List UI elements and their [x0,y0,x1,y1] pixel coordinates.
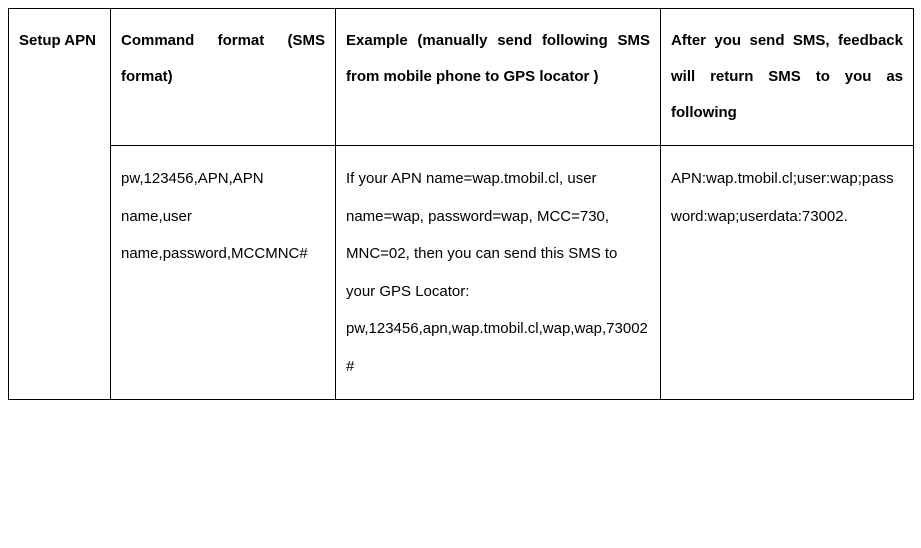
header-example: Example (manually send following SMS fro… [336,9,661,146]
header-setup-apn-text: Setup APN [19,32,96,49]
cell-example: If your APN name=wap.tmobil.cl, user nam… [336,146,661,400]
header-example-text: Example (manually send following SMS fro… [346,32,650,85]
header-command-format: Command format (SMS format) [111,9,336,146]
header-feedback-text: After you send SMS, feedback will return… [671,32,903,121]
cell-feedback: APN:wap.tmobil.cl;user:wap;password:wap;… [661,146,914,400]
cell-feedback-text: APN:wap.tmobil.cl;user:wap;password:wap;… [671,170,894,225]
header-setup-apn: Setup APN [9,9,111,400]
cell-command-format-text: pw,123456,APN,APN name,user name,passwor… [121,170,308,262]
cell-example-text: If your APN name=wap.tmobil.cl, user nam… [346,170,648,375]
header-feedback: After you send SMS, feedback will return… [661,9,914,146]
header-command-format-text: Command format (SMS format) [121,32,325,85]
table-data-row: pw,123456,APN,APN name,user name,passwor… [9,146,914,400]
cell-command-format: pw,123456,APN,APN name,user name,passwor… [111,146,336,400]
apn-setup-table: Setup APN Command format (SMS format) Ex… [8,8,914,400]
table-header-row: Setup APN Command format (SMS format) Ex… [9,9,914,146]
